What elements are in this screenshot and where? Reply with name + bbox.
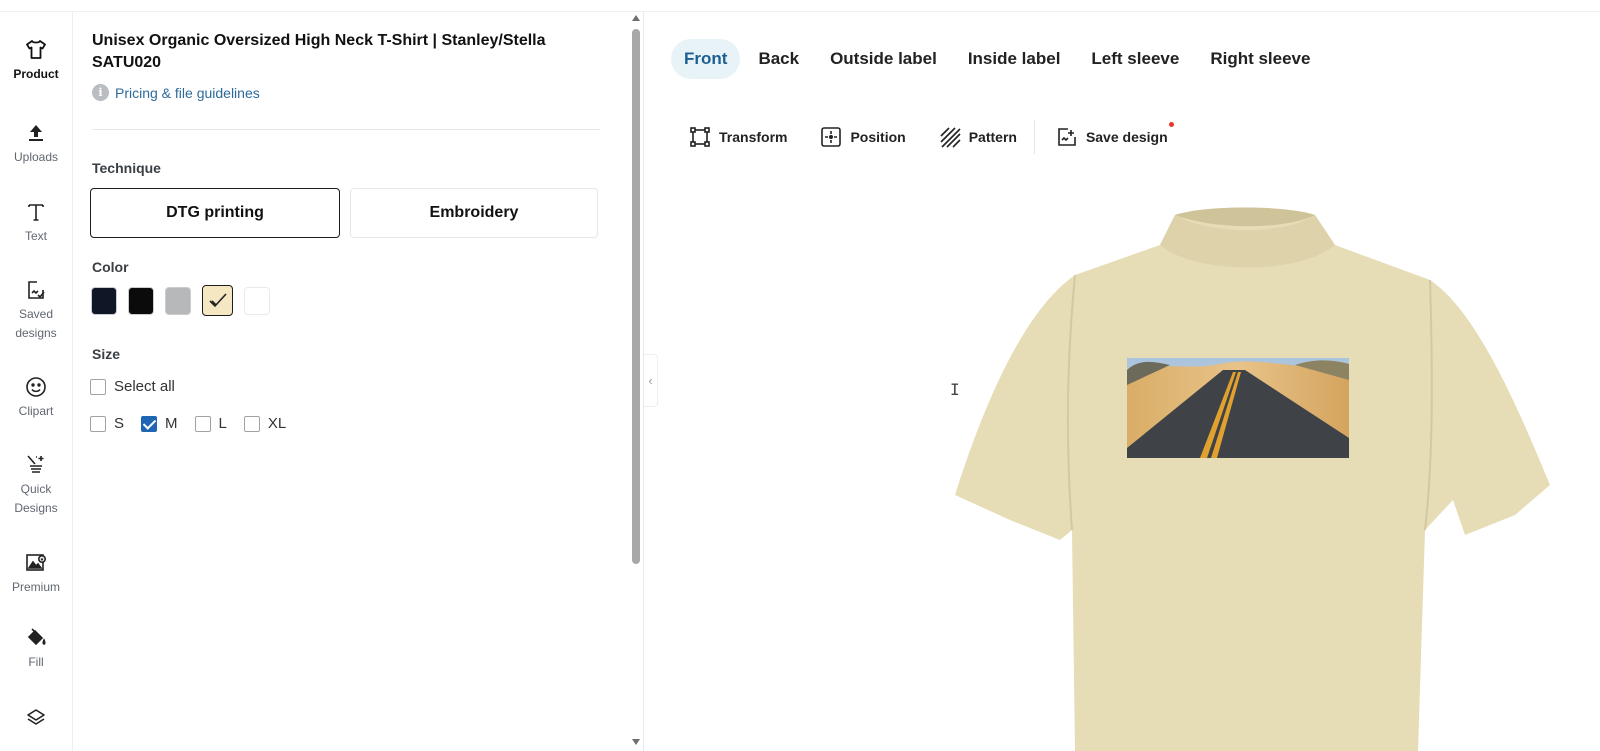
design-toolbar: Transform Position Pattern Save design [689, 120, 1201, 154]
saved-designs-icon [28, 281, 45, 299]
swatch-white[interactable] [244, 287, 270, 315]
view-tabs: Front Back Outside label Inside label Le… [671, 39, 1328, 79]
pricing-guidelines-label: Pricing & file guidelines [115, 84, 260, 101]
sidebar-item-fill[interactable]: Fill [0, 626, 72, 672]
collapse-panel-button[interactable]: ‹ [644, 354, 658, 407]
size-l-checkbox[interactable] [194, 415, 211, 432]
sidebar-item-product[interactable]: Product [0, 38, 72, 84]
tab-left-sleeve[interactable]: Left sleeve [1078, 39, 1192, 79]
technique-embroidery-button[interactable]: Embroidery [350, 188, 598, 238]
sidebar-item-saved-designs[interactable]: Saved designs [0, 278, 72, 343]
chevron-left-icon: ‹ [648, 373, 653, 388]
tab-inside-label[interactable]: Inside label [955, 39, 1074, 79]
magic-wand-icon [27, 455, 44, 473]
select-all-label: Select all [114, 378, 175, 395]
position-icon [821, 127, 842, 147]
transform-label: Transform [719, 129, 788, 145]
upload-icon [29, 125, 43, 141]
position-button[interactable]: Position [820, 126, 906, 148]
select-all-checkbox[interactable] [90, 378, 106, 395]
product-title: Unisex Organic Oversized High Neck T-Shi… [92, 32, 546, 71]
scroll-up-arrow-icon[interactable] [632, 15, 640, 21]
color-swatches [91, 285, 270, 316]
swatch-desert-dust[interactable] [202, 285, 233, 316]
sidebar-item-quick-designs[interactable]: Quick Designs [0, 453, 72, 518]
size-xl-checkbox[interactable] [243, 415, 260, 432]
tshirt-body [955, 207, 1550, 751]
tab-right-sleeve[interactable]: Right sleeve [1197, 39, 1323, 79]
sidebar-label-quick-designs: Quick Designs [14, 482, 58, 515]
sidebar-item-text[interactable]: Text [0, 200, 72, 246]
sidebar-item-layers[interactable] [0, 706, 72, 730]
sidebar-label-saved-designs: Saved designs [15, 307, 57, 340]
sidebar-label-premium: Premium [11, 580, 60, 594]
position-label: Position [850, 129, 906, 145]
smiley-icon [26, 377, 46, 397]
product-options-panel: Unisex Organic Oversized High Neck T-Shi… [73, 12, 628, 751]
info-icon: i [92, 84, 109, 101]
sidebar-label-clipart: Clipart [18, 404, 54, 418]
size-l-label: L [218, 415, 227, 432]
save-design-icon [1058, 128, 1076, 146]
size-m-checkbox[interactable] [141, 415, 158, 432]
tab-front[interactable]: Front [671, 39, 741, 79]
size-label: Size [92, 346, 121, 362]
tool-sidebar: Product Uploads Text Saved designs Clipa… [0, 12, 73, 751]
tshirt-icon [26, 40, 46, 59]
pattern-icon [940, 127, 961, 148]
sidebar-label-fill: Fill [28, 655, 44, 669]
divider [92, 129, 600, 130]
transform-button[interactable]: Transform [689, 126, 787, 148]
panel-scrollbar[interactable] [628, 12, 644, 751]
unsaved-indicator [1168, 122, 1174, 127]
transform-icon [690, 127, 710, 147]
toolbar-divider [1033, 120, 1035, 154]
sidebar-item-clipart[interactable]: Clipart [0, 375, 72, 421]
size-s-checkbox[interactable] [90, 415, 106, 432]
layers-icon [27, 709, 45, 725]
select-all-row: Select all [90, 378, 192, 395]
pattern-button[interactable]: Pattern [939, 126, 1017, 148]
tab-back[interactable]: Back [745, 39, 812, 79]
tab-outside-label[interactable]: Outside label [817, 39, 950, 79]
print-design-road-image[interactable] [1127, 358, 1349, 458]
size-options: S M L XL [90, 415, 303, 432]
sidebar-label-text: Text [24, 229, 47, 243]
swatch-black[interactable] [128, 287, 154, 315]
sidebar-item-premium[interactable]: Premium [0, 551, 72, 597]
pattern-label: Pattern [968, 129, 1017, 145]
premium-image-icon [26, 554, 47, 571]
paint-bucket-icon [27, 628, 46, 646]
size-xl-label: XL [267, 415, 287, 432]
scroll-thumb[interactable] [632, 29, 640, 564]
size-s-label: S [114, 415, 125, 432]
text-icon [28, 204, 44, 221]
technique-label: Technique [92, 160, 161, 176]
color-label: Color [92, 259, 129, 275]
technique-dtg-button[interactable]: DTG printing [90, 188, 340, 238]
scroll-down-arrow-icon[interactable] [632, 739, 640, 745]
sidebar-label-uploads: Uploads [13, 150, 59, 164]
checkmark-icon [209, 293, 227, 308]
tshirt-mockup [955, 207, 1550, 751]
swatch-navy[interactable] [91, 287, 117, 315]
save-design-button[interactable]: Save design [1056, 122, 1174, 148]
pricing-guidelines-link[interactable]: i Pricing & file guidelines [92, 84, 260, 101]
sidebar-item-uploads[interactable]: Uploads [0, 121, 72, 167]
sidebar-label-product: Product [13, 67, 59, 81]
size-m-label: M [165, 415, 178, 432]
save-design-label: Save design [1085, 129, 1168, 145]
swatch-heather-grey[interactable] [165, 287, 191, 315]
